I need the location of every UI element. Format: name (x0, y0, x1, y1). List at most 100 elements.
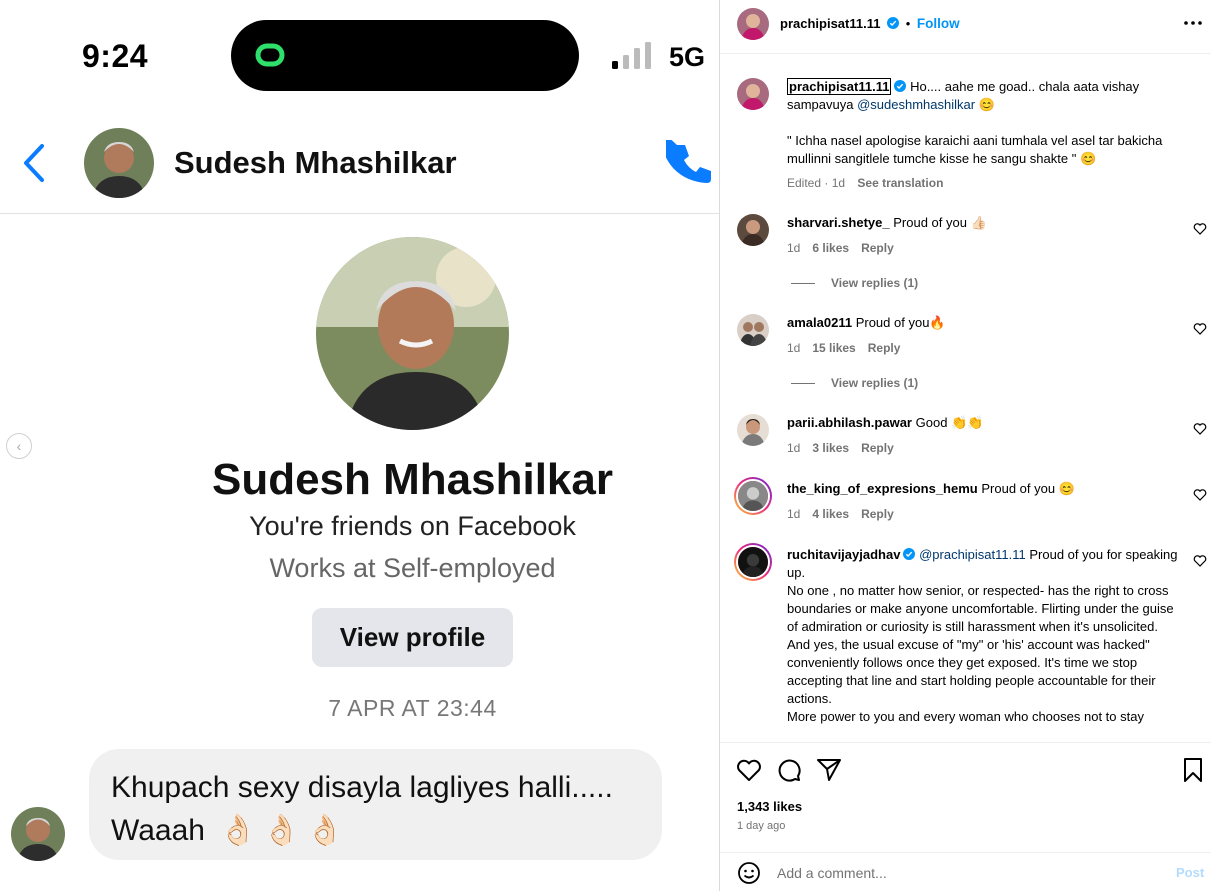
comment-meta: 1d 6 likes Reply (787, 241, 894, 255)
author-avatar[interactable] (737, 8, 769, 40)
reply-button[interactable]: Reply (868, 341, 901, 355)
comment-5: ruchitavijayjadhav @prachipisat11.11 Pro… (787, 546, 1182, 726)
comment-age: 1d (787, 441, 801, 455)
verified-badge-icon (903, 548, 916, 560)
dot-separator: • (905, 16, 911, 31)
person-photo-icon (737, 414, 769, 446)
reply-button[interactable]: Reply (861, 507, 894, 521)
comment-meta: 1d 15 likes Reply (787, 341, 900, 355)
like-heart-icon[interactable] (1193, 554, 1207, 568)
follow-button[interactable]: Follow (917, 16, 960, 31)
phone-call-icon[interactable] (666, 140, 714, 188)
comment-age: 1d (787, 341, 801, 355)
add-comment-input[interactable]: Add a comment... (777, 865, 887, 881)
verified-badge-icon (894, 80, 907, 92)
like-heart-icon[interactable] (1193, 322, 1207, 336)
comment-username[interactable]: sharvari.shetye_ (787, 215, 890, 230)
friends-status: You're friends on Facebook (249, 511, 576, 541)
caption-username[interactable]: prachipisat11.11 (787, 78, 892, 95)
ok-hand-emoji-2: 👌🏻 (262, 814, 301, 847)
comment-username[interactable]: ruchitavijayjadhav (787, 547, 900, 562)
share-send-icon[interactable] (816, 757, 842, 783)
chat-contact-name: Sudesh Mhashilkar (174, 145, 457, 180)
like-heart-icon[interactable] (1193, 422, 1207, 436)
comment-text: Proud of you🔥 (855, 315, 946, 330)
comment-likes[interactable]: 6 likes (812, 241, 849, 255)
comment-bubble-icon[interactable] (776, 757, 802, 783)
likes-count[interactable]: 1,343 likes (737, 799, 802, 814)
chat-avatar[interactable] (84, 128, 154, 198)
commenter-avatar[interactable] (737, 214, 769, 246)
message-bubble: Khupach sexy disayla lagliyes halli.....… (89, 749, 662, 860)
emoji-smiley-icon[interactable] (737, 861, 761, 885)
signal-bars-icon (612, 42, 651, 69)
person-photo-icon (736, 545, 770, 579)
reply-button[interactable]: Reply (861, 241, 894, 255)
comment-paragraph-3: More power to you and every woman who ch… (787, 709, 1144, 724)
comment-4: the_king_of_expresions_hemu Proud of you… (787, 480, 1182, 498)
author-username[interactable]: prachipisat11.11 (780, 16, 880, 31)
dynamic-island (231, 20, 579, 91)
person-photo-icon (737, 214, 769, 246)
caption-part-2: " Ichha nasel apologise karaichi aani tu… (787, 133, 1163, 166)
carousel-prev-button[interactable]: ‹ (6, 433, 32, 459)
edited-time: Edited · 1d (787, 176, 846, 190)
reply-button[interactable]: Reply (861, 441, 894, 455)
comment-username[interactable]: the_king_of_expresions_hemu (787, 481, 978, 496)
chevron-left-icon: ‹ (16, 438, 22, 454)
author-line: prachipisat11.11 • Follow (780, 16, 960, 31)
caption-avatar[interactable] (737, 78, 769, 110)
caption-text: prachipisat11.11 Ho.... aahe me goad.. c… (787, 78, 1187, 114)
view-replies-button[interactable]: View replies (1) (831, 276, 918, 290)
view-replies-button[interactable]: View replies (1) (831, 376, 918, 390)
like-heart-icon[interactable] (736, 757, 762, 783)
comment-paragraph-1: No one , no matter how senior, or respec… (787, 583, 1174, 634)
comment-meta: 1d 3 likes Reply (787, 441, 894, 455)
person-photo-icon (737, 78, 769, 110)
person-photo-icon (736, 479, 770, 513)
comment-username[interactable]: parii.abhilash.pawar (787, 415, 912, 430)
comment-text: Good 👏👏 (915, 415, 984, 430)
commenter-avatar-story[interactable] (734, 543, 772, 581)
bookmark-icon[interactable] (1180, 757, 1206, 783)
commenter-avatar[interactable] (737, 314, 769, 346)
caption-meta: Edited · 1d See translation (787, 176, 943, 190)
smile-emoji: 😊 (1079, 151, 1097, 166)
comment-2: amala0211 Proud of you🔥 (787, 314, 1182, 332)
caption-quote: " Ichha nasel apologise karaichi aani tu… (787, 132, 1187, 168)
like-heart-icon[interactable] (1193, 222, 1207, 236)
person-photo-icon (316, 237, 509, 430)
comment-likes[interactable]: 4 likes (812, 507, 849, 521)
comment-paragraph-2: And yes, the usual excuse of "my" or 'hi… (787, 637, 1156, 706)
comment-likes[interactable]: 3 likes (812, 441, 849, 455)
person-photo-icon (11, 807, 65, 861)
comment-1: sharvari.shetye_ Proud of you 👍🏻 (787, 214, 1182, 232)
message-sender-avatar (11, 807, 65, 861)
more-options-icon[interactable] (1183, 16, 1203, 30)
back-chevron-icon[interactable] (20, 142, 48, 184)
comment-text: Proud of you 😊 (981, 481, 1075, 496)
post-comment-button[interactable]: Post (1176, 865, 1204, 880)
work-info: Works at Self-employed (269, 553, 556, 583)
smile-emoji: 😊 (978, 97, 995, 112)
post-header: prachipisat11.11 • Follow (720, 0, 1211, 54)
see-translation-link[interactable]: See translation (857, 176, 943, 190)
verified-badge-icon (887, 17, 900, 29)
replies-line (791, 383, 815, 384)
person-photo-icon (737, 8, 769, 40)
comment-text: Proud of you 👍🏻 (893, 215, 987, 230)
caption-mention[interactable]: @sudeshmhashilkar (857, 97, 975, 112)
ok-hand-emoji-3: 👌🏻 (306, 814, 344, 847)
view-profile-button[interactable]: View profile (312, 608, 513, 667)
like-heart-icon[interactable] (1193, 488, 1207, 502)
person-photo-icon (737, 314, 769, 346)
profile-photo (316, 237, 509, 430)
commenter-avatar[interactable] (737, 414, 769, 446)
comment-username[interactable]: amala0211 (787, 315, 852, 330)
replies-line (791, 283, 815, 284)
commenter-avatar-story[interactable] (734, 477, 772, 515)
comment-age: 1d (787, 241, 801, 255)
comment-likes[interactable]: 15 likes (812, 341, 855, 355)
link-chain-icon (255, 43, 285, 67)
comment-mention[interactable]: @prachipisat11.11 (919, 547, 1026, 562)
